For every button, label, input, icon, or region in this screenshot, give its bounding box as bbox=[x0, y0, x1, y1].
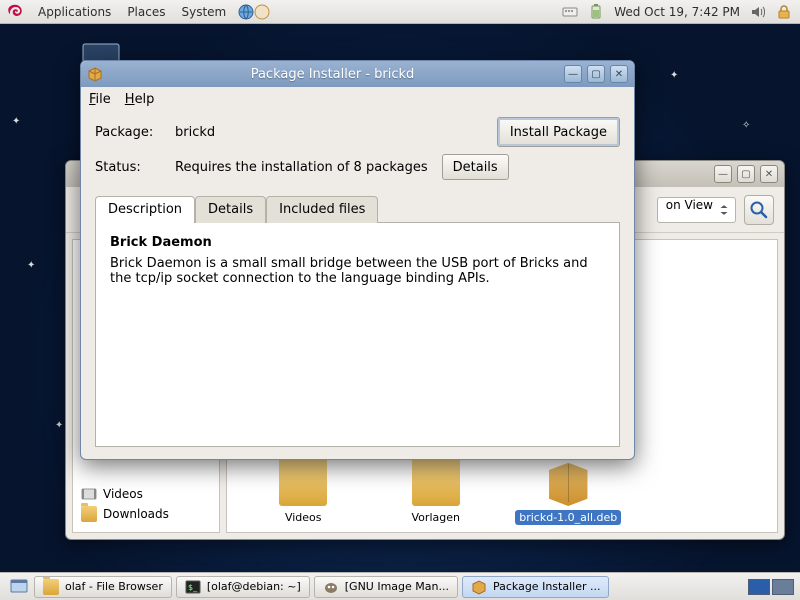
clock-text[interactable]: Wed Oct 19, 7:42 PM bbox=[614, 5, 740, 19]
video-folder-icon bbox=[81, 486, 97, 502]
workspace-2[interactable] bbox=[772, 579, 794, 595]
pkg-window-title: Package Installer - brickd bbox=[106, 67, 559, 82]
description-title: Brick Daemon bbox=[110, 235, 605, 250]
taskbar-item-terminal[interactable]: $_ [olaf@debian: ~] bbox=[176, 576, 310, 598]
taskbar-item-package-installer[interactable]: Package Installer ... bbox=[462, 576, 609, 598]
folder-videos[interactable]: Videos bbox=[237, 458, 370, 539]
package-icon bbox=[544, 458, 592, 506]
close-button[interactable]: ✕ bbox=[610, 65, 628, 83]
menu-system[interactable]: System bbox=[173, 5, 234, 19]
places-item-downloads[interactable]: Downloads bbox=[73, 504, 219, 524]
tab-included-files[interactable]: Included files bbox=[266, 196, 378, 223]
gimp-icon bbox=[323, 579, 339, 595]
view-mode-select[interactable]: on View bbox=[657, 197, 736, 223]
show-desktop-icon bbox=[10, 578, 28, 596]
minimize-button[interactable]: — bbox=[564, 65, 582, 83]
places-item-videos[interactable]: Videos bbox=[73, 484, 219, 504]
menu-places[interactable]: Places bbox=[119, 5, 173, 19]
file-brickd-deb[interactable]: brickd-1.0_all.deb bbox=[502, 458, 635, 539]
menu-file[interactable]: File bbox=[89, 92, 111, 107]
lock-icon[interactable] bbox=[776, 4, 792, 20]
tab-panel-description: Brick Daemon Brick Daemon is a small sma… bbox=[95, 222, 620, 447]
install-package-button[interactable]: Install Package bbox=[497, 117, 620, 147]
battery-icon[interactable] bbox=[588, 4, 604, 20]
package-name: brickd bbox=[175, 125, 215, 140]
top-panel: Applications Places System Wed Oct 19, 7… bbox=[0, 0, 800, 24]
bottom-panel: olaf - File Browser $_ [olaf@debian: ~] … bbox=[0, 572, 800, 600]
description-body: Brick Daemon is a small small bridge bet… bbox=[110, 256, 605, 286]
package-icon bbox=[471, 579, 487, 595]
folder-icon bbox=[43, 579, 59, 595]
close-button[interactable]: ✕ bbox=[760, 165, 778, 183]
maximize-button[interactable]: ▢ bbox=[737, 165, 755, 183]
label-package: Package: bbox=[95, 125, 175, 140]
search-icon bbox=[749, 200, 769, 220]
debian-logo-icon bbox=[4, 1, 26, 23]
keyboard-indicator-icon[interactable] bbox=[562, 4, 578, 20]
package-installer-window: Package Installer - brickd — ▢ ✕ File He… bbox=[80, 60, 635, 460]
volume-icon[interactable] bbox=[750, 4, 766, 20]
pkg-titlebar[interactable]: Package Installer - brickd — ▢ ✕ bbox=[81, 61, 634, 87]
status-details-button[interactable]: Details bbox=[442, 154, 509, 180]
search-button[interactable] bbox=[744, 195, 774, 225]
tab-details[interactable]: Details bbox=[195, 196, 266, 223]
maximize-button[interactable]: ▢ bbox=[587, 65, 605, 83]
taskbar-item-gimp[interactable]: [GNU Image Man... bbox=[314, 576, 458, 598]
workspace-1[interactable] bbox=[748, 579, 770, 595]
show-desktop-button[interactable] bbox=[8, 576, 30, 598]
pkg-tabs: Description Details Included files bbox=[95, 195, 620, 222]
taskbar-item-file-browser[interactable]: olaf - File Browser bbox=[34, 576, 172, 598]
svg-text:$_: $_ bbox=[188, 583, 198, 592]
update-launcher-icon[interactable] bbox=[254, 4, 270, 20]
status-text: Requires the installation of 8 packages bbox=[175, 160, 428, 175]
menu-help[interactable]: Help bbox=[125, 92, 155, 107]
terminal-icon: $_ bbox=[185, 579, 201, 595]
browser-launcher-icon[interactable] bbox=[238, 4, 254, 20]
workspace-switcher[interactable] bbox=[748, 579, 800, 595]
label-status: Status: bbox=[95, 160, 175, 175]
folder-icon bbox=[412, 458, 460, 506]
folder-icon bbox=[81, 506, 97, 522]
minimize-button[interactable]: — bbox=[714, 165, 732, 183]
folder-vorlagen[interactable]: Vorlagen bbox=[370, 458, 503, 539]
menu-applications[interactable]: Applications bbox=[30, 5, 119, 19]
package-icon bbox=[87, 66, 103, 82]
pkg-menubar: File Help bbox=[81, 87, 634, 111]
system-tray: Wed Oct 19, 7:42 PM bbox=[562, 4, 800, 20]
tab-description[interactable]: Description bbox=[95, 196, 195, 223]
folder-icon bbox=[279, 458, 327, 506]
